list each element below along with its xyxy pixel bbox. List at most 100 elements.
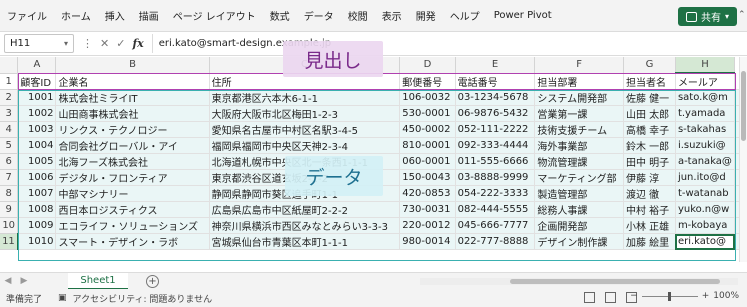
cell[interactable]: 高橋 幸子: [623, 121, 676, 138]
cell[interactable]: 06-9876-5432: [455, 105, 536, 122]
cell[interactable]: 企画開発部: [534, 217, 624, 234]
cell[interactable]: 03-1234-5678: [455, 89, 536, 106]
cell[interactable]: 420-0853: [399, 185, 456, 202]
cell[interactable]: 佐藤 健一: [623, 89, 676, 106]
macro-record-icon[interactable]: ▣: [52, 293, 67, 303]
row-header[interactable]: 6: [0, 153, 19, 170]
next-sheet-icon[interactable]: ▶: [16, 276, 32, 286]
cell[interactable]: t.yamada: [675, 105, 736, 122]
ribbon-tab[interactable]: 表示: [375, 8, 409, 23]
cell[interactable]: 1006: [17, 169, 57, 186]
ribbon-tab[interactable]: 描画: [132, 8, 166, 23]
column-header[interactable]: H: [675, 57, 736, 74]
cell[interactable]: システム開発部: [534, 89, 624, 106]
cell[interactable]: デジタル・フロンティア: [55, 169, 210, 186]
row-header[interactable]: 3: [0, 105, 19, 122]
cell[interactable]: 電話番号: [455, 73, 536, 90]
cell[interactable]: 082-444-5555: [455, 201, 536, 218]
cell[interactable]: 西日本ロジスティクス: [55, 201, 210, 218]
cell[interactable]: 製造管理部: [534, 185, 624, 202]
cell[interactable]: 伊藤 淳: [623, 169, 676, 186]
cell[interactable]: 田中 明子: [623, 153, 676, 170]
cell[interactable]: 980-0014: [399, 233, 456, 250]
cell[interactable]: スマート・デザイン・ラボ: [55, 233, 210, 250]
accessibility-status[interactable]: アクセシビリティ: 問題ありません: [67, 292, 213, 305]
ribbon-tab[interactable]: 挿入: [98, 8, 132, 23]
row-header[interactable]: 1: [0, 73, 19, 90]
cell[interactable]: 1008: [17, 201, 57, 218]
cell[interactable]: 1002: [17, 105, 57, 122]
cell[interactable]: sato.k@m: [675, 89, 736, 106]
cell[interactable]: 愛知県名古屋市中村区名駅3-4-5: [209, 121, 401, 138]
cell[interactable]: 山田 太郎: [623, 105, 676, 122]
cell[interactable]: 営業第一課: [534, 105, 624, 122]
cell[interactable]: 054-222-3333: [455, 185, 536, 202]
ribbon-tab[interactable]: Power Pivot: [487, 10, 559, 21]
cell[interactable]: 神奈川県横浜市西区みなとみらい3-3-3: [209, 217, 401, 234]
cell[interactable]: 担当者名: [623, 73, 676, 90]
cell[interactable]: 広島県広島市中区紙屋町2-2-2: [209, 201, 401, 218]
ribbon-tab[interactable]: 開発: [409, 8, 443, 23]
row-header[interactable]: 9: [0, 201, 19, 218]
cell[interactable]: jun.ito@d: [675, 169, 736, 186]
ribbon-tab[interactable]: ヘルプ: [443, 8, 487, 23]
cell[interactable]: 福岡県福岡市中央区天神2-3-4: [209, 137, 401, 154]
more-icon[interactable]: ⋮: [82, 37, 93, 50]
collapse-ribbon-icon[interactable]: ⌃: [738, 10, 747, 20]
cell[interactable]: 渡辺 徹: [623, 185, 676, 202]
cell[interactable]: 鈴木 一郎: [623, 137, 676, 154]
row-header[interactable]: 5: [0, 137, 19, 154]
column-header[interactable]: G: [623, 57, 676, 74]
cell[interactable]: 060-0001: [399, 153, 456, 170]
cell[interactable]: 1009: [17, 217, 57, 234]
cell[interactable]: デザイン制作課: [534, 233, 624, 250]
cell[interactable]: 092-333-4444: [455, 137, 536, 154]
cell[interactable]: s-takahas: [675, 121, 736, 138]
cell[interactable]: 1007: [17, 185, 57, 202]
add-sheet-icon[interactable]: +: [146, 274, 159, 288]
cell[interactable]: マーケティング部: [534, 169, 624, 186]
zoom-in-icon[interactable]: +: [702, 291, 710, 301]
cell[interactable]: 顧客ID: [17, 73, 57, 90]
column-header[interactable]: D: [399, 57, 456, 74]
cell[interactable]: 220-0012: [399, 217, 456, 234]
cell[interactable]: 中部マシナリー: [55, 185, 210, 202]
zoom-slider[interactable]: [641, 291, 698, 301]
cell[interactable]: 1001: [17, 89, 57, 106]
row-header[interactable]: 2: [0, 89, 19, 106]
cell[interactable]: 810-0001: [399, 137, 456, 154]
cell[interactable]: 1003: [17, 121, 57, 138]
zoom-level[interactable]: 100%: [713, 291, 739, 301]
cell[interactable]: 山田商事株式会社: [55, 105, 210, 122]
cell[interactable]: 郵便番号: [399, 73, 456, 90]
row-header[interactable]: 10: [0, 217, 19, 234]
row-header[interactable]: 7: [0, 169, 19, 186]
horizontal-scrollbar[interactable]: [420, 278, 738, 285]
cell[interactable]: 小林 正雄: [623, 217, 676, 234]
cell[interactable]: リンクス・テクノロジー: [55, 121, 210, 138]
cell[interactable]: 045-666-7777: [455, 217, 536, 234]
cell[interactable]: 011-555-6666: [455, 153, 536, 170]
cell[interactable]: eri.kato@: [675, 233, 736, 250]
normal-view-icon[interactable]: [584, 292, 595, 303]
page-layout-view-icon[interactable]: [605, 292, 616, 303]
sheet-tab-sheet1[interactable]: Sheet1: [68, 272, 128, 290]
prev-sheet-icon[interactable]: ◀: [0, 276, 16, 286]
cell[interactable]: 宮城県仙台市青葉区本町1-1-1: [209, 233, 401, 250]
cell[interactable]: 大阪府大阪市北区梅田1-2-3: [209, 105, 401, 122]
insert-function-icon[interactable]: fx: [132, 37, 143, 50]
cell[interactable]: m-kobaya: [675, 217, 736, 234]
cell[interactable]: 052-111-2222: [455, 121, 536, 138]
cell[interactable]: メールア: [675, 73, 736, 90]
cell[interactable]: 150-0043: [399, 169, 456, 186]
cell[interactable]: 1004: [17, 137, 57, 154]
cell-table[interactable]: ABCDEFGH 1顧客ID企業名住所郵便番号電話番号担当部署担当者名メールア2…: [0, 57, 740, 250]
cell[interactable]: 北海フーズ株式会社: [55, 153, 210, 170]
column-header[interactable]: F: [534, 57, 624, 74]
vertical-scrollbar[interactable]: [739, 57, 747, 262]
cell[interactable]: t-watanab: [675, 185, 736, 202]
cell[interactable]: 企業名: [55, 73, 210, 90]
cell[interactable]: 530-0001: [399, 105, 456, 122]
column-header[interactable]: E: [455, 57, 536, 74]
cell[interactable]: 合同会社グローバル・アイ: [55, 137, 210, 154]
